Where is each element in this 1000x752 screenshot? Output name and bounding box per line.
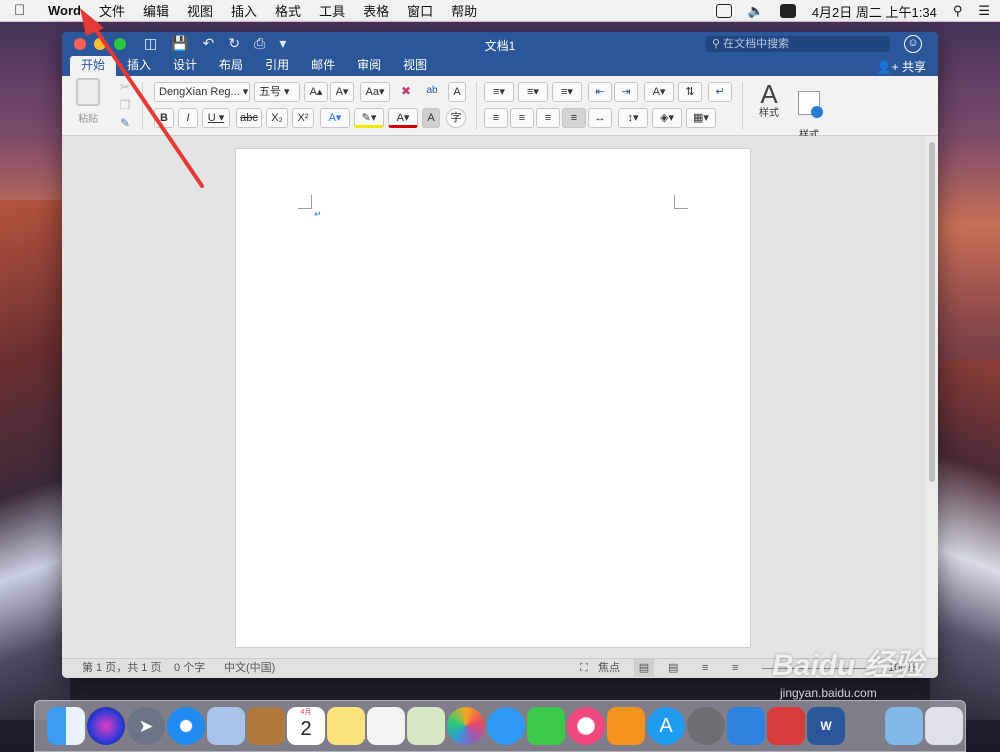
calendar-month: 4月 [300, 709, 312, 716]
maps-icon[interactable] [407, 707, 445, 745]
notes-icon[interactable] [327, 707, 365, 745]
arrow-head [80, 8, 104, 36]
launchpad-icon[interactable]: ➤ [127, 707, 165, 745]
itunes-icon[interactable] [567, 707, 605, 745]
finder-icon[interactable] [47, 707, 85, 745]
downloads-icon[interactable] [885, 707, 923, 745]
mail-icon[interactable] [207, 707, 245, 745]
watermark-brand: Baidu 经验 [772, 649, 924, 682]
calendar-icon[interactable]: 4月 2 [287, 707, 325, 745]
watermark-url: jingyan.baidu.com [780, 686, 877, 700]
word-dock-icon[interactable]: W [807, 707, 845, 745]
messages-icon[interactable] [487, 707, 525, 745]
arrow-shaft [90, 22, 204, 188]
contacts-icon[interactable] [247, 707, 285, 745]
calendar-day: 2 [300, 718, 312, 740]
trash-icon[interactable] [925, 707, 963, 745]
system-preferences-icon[interactable] [687, 707, 725, 745]
safari-icon[interactable] [167, 707, 205, 745]
app-store-icon[interactable]: A [647, 707, 685, 745]
siri-icon[interactable] [87, 707, 125, 745]
photos-icon[interactable] [447, 707, 485, 745]
bird-app-icon[interactable] [727, 707, 765, 745]
office-app-icon[interactable] [767, 707, 805, 745]
ibooks-icon[interactable] [607, 707, 645, 745]
dock: ➤ 4月 2 A W [34, 700, 966, 752]
reminders-icon[interactable] [367, 707, 405, 745]
facetime-icon[interactable] [527, 707, 565, 745]
baidu-watermark: Baidu 经验 jingyan.baidu.com [772, 640, 924, 700]
